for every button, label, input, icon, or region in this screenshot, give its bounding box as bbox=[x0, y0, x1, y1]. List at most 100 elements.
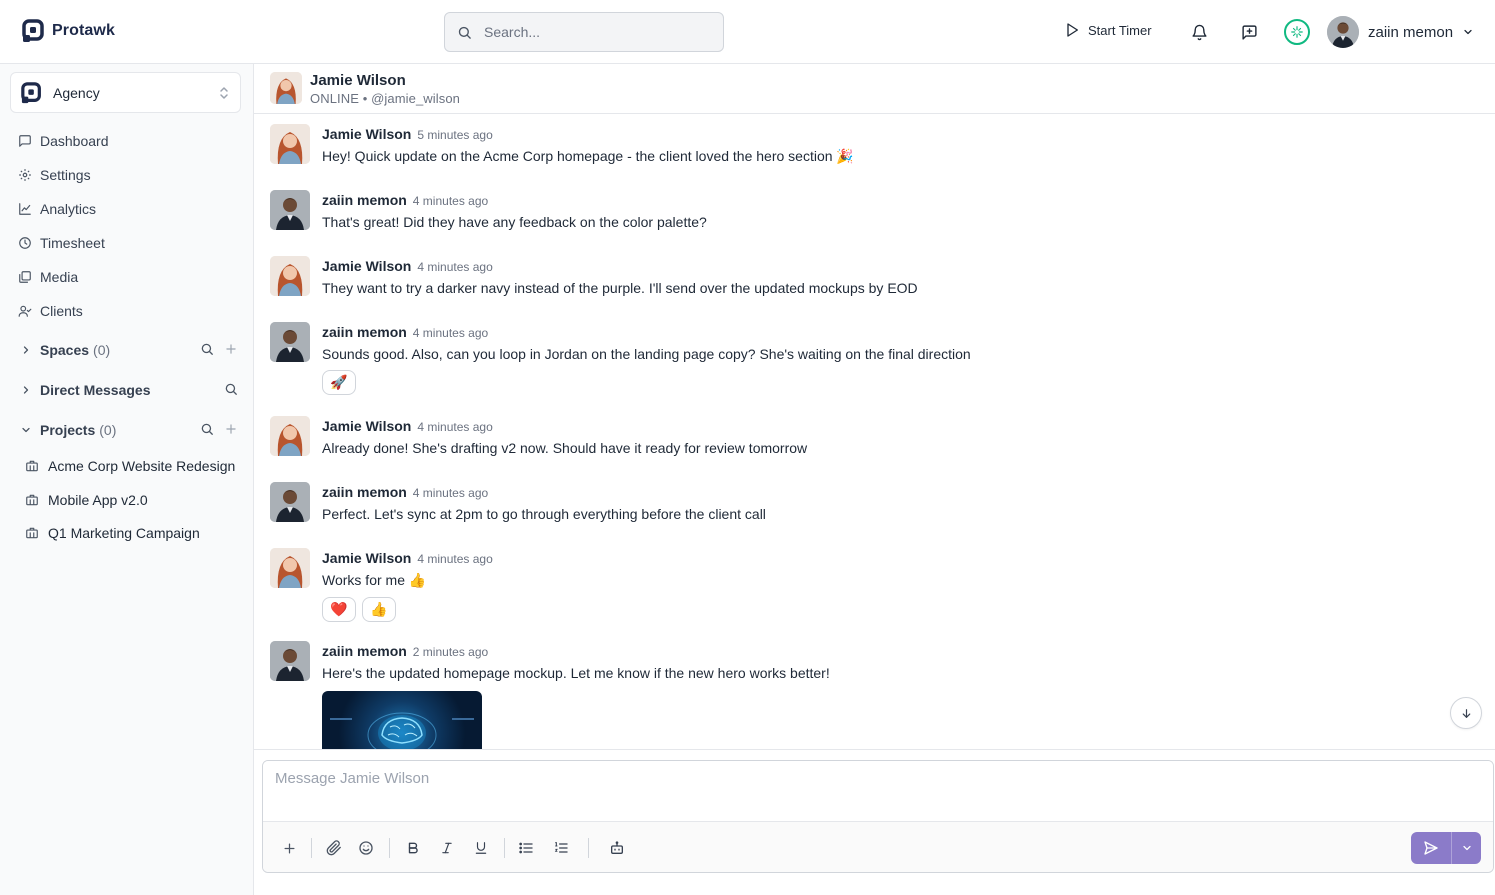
bullet-list-icon bbox=[519, 842, 533, 854]
bot-icon bbox=[611, 841, 623, 854]
project-label: Mobile App v2.0 bbox=[48, 492, 148, 508]
briefcase-icon bbox=[26, 494, 38, 506]
sidebar-item-timesheet[interactable]: Timesheet bbox=[18, 235, 105, 251]
search-icon[interactable] bbox=[224, 382, 238, 396]
sidebar-item-label: Clients bbox=[40, 303, 83, 319]
section-count: (0) bbox=[99, 422, 117, 438]
message-text: They want to try a darker navy instead o… bbox=[322, 280, 918, 296]
bullet-list-button[interactable] bbox=[516, 838, 536, 858]
protawk-logo-icon bbox=[22, 19, 44, 42]
chat-subtitle: ONLINE • @jamie_wilson bbox=[310, 91, 460, 106]
numbered-list-icon bbox=[554, 842, 568, 853]
reaction-rocket[interactable]: 🚀 bbox=[322, 370, 356, 395]
message-text: That's great! Did they have any feedback… bbox=[322, 214, 707, 230]
author-avatar[interactable] bbox=[270, 124, 310, 164]
send-icon bbox=[1424, 841, 1438, 855]
message-text: Perfect. Let's sync at 2pm to go through… bbox=[322, 506, 766, 522]
message-author[interactable]: zaiin memon 2 minutes ago bbox=[322, 643, 488, 659]
add-button[interactable] bbox=[279, 838, 299, 858]
underline-button[interactable] bbox=[471, 838, 491, 858]
sidebar-item-analytics[interactable]: Analytics bbox=[18, 201, 96, 217]
message-time: 4 minutes ago bbox=[417, 420, 493, 434]
project-item[interactable]: Q1 Marketing Campaign bbox=[25, 525, 200, 541]
composer-toolbar bbox=[263, 821, 1493, 872]
search-icon[interactable] bbox=[200, 422, 214, 436]
image-attachment[interactable] bbox=[322, 691, 482, 749]
attach-button[interactable] bbox=[324, 838, 344, 858]
message-author[interactable]: Jamie Wilson 4 minutes ago bbox=[322, 550, 493, 566]
sidebar-item-settings[interactable]: Settings bbox=[18, 167, 91, 183]
message-time: 4 minutes ago bbox=[412, 194, 489, 208]
emoji-button[interactable] bbox=[356, 838, 376, 858]
sidebar-item-media[interactable]: Media bbox=[18, 269, 78, 285]
message-input[interactable] bbox=[263, 761, 1493, 821]
start-timer-button[interactable]: Start Timer bbox=[1064, 22, 1152, 38]
ai-bot-button[interactable] bbox=[607, 838, 627, 858]
search-input[interactable] bbox=[484, 24, 704, 40]
search-box[interactable] bbox=[444, 12, 724, 52]
message-author[interactable]: Jamie Wilson 4 minutes ago bbox=[322, 418, 493, 434]
plus-icon[interactable] bbox=[224, 422, 238, 436]
workspace-switcher[interactable]: Agency bbox=[10, 72, 241, 113]
reaction-list: 🚀 bbox=[322, 370, 356, 395]
briefcase-icon bbox=[26, 460, 38, 472]
author-avatar[interactable] bbox=[270, 482, 310, 522]
message-author[interactable]: zaiin memon 4 minutes ago bbox=[322, 324, 488, 340]
arrow-down-icon bbox=[1462, 708, 1470, 718]
message-time: 4 minutes ago bbox=[417, 260, 493, 274]
message-author[interactable]: zaiin memon 4 minutes ago bbox=[322, 484, 488, 500]
author-avatar[interactable] bbox=[270, 548, 310, 588]
project-item[interactable]: Mobile App v2.0 bbox=[25, 492, 148, 508]
author-avatar[interactable] bbox=[270, 416, 310, 456]
sidebar-item-clients[interactable]: Clients bbox=[18, 303, 83, 319]
message-author[interactable]: Jamie Wilson 4 minutes ago bbox=[322, 258, 493, 274]
status-button[interactable] bbox=[1284, 19, 1310, 45]
section-spaces[interactable]: Spaces (0) bbox=[20, 339, 240, 361]
section-direct-messages[interactable]: Direct Messages bbox=[20, 379, 240, 401]
paperclip-icon bbox=[326, 840, 341, 856]
project-item[interactable]: Acme Corp Website Redesign bbox=[25, 458, 235, 474]
chart-line-icon bbox=[19, 203, 31, 215]
author-avatar[interactable] bbox=[270, 190, 310, 230]
message-author[interactable]: zaiin memon 4 minutes ago bbox=[322, 192, 488, 208]
send-options-button[interactable] bbox=[1451, 832, 1481, 864]
section-projects[interactable]: Projects (0) bbox=[20, 419, 240, 441]
reaction-heart[interactable]: ❤️ bbox=[322, 597, 356, 622]
bold-button[interactable] bbox=[403, 838, 423, 858]
numbered-list-button[interactable] bbox=[551, 838, 571, 858]
message-time: 4 minutes ago bbox=[412, 486, 489, 500]
section-title: Projects (0) bbox=[40, 422, 117, 438]
user-menu[interactable]: zaiin memon bbox=[1327, 16, 1474, 48]
app-name: Protawk bbox=[52, 22, 115, 39]
image-stack-icon bbox=[19, 271, 31, 283]
workspace-name: Agency bbox=[53, 84, 100, 101]
send-button[interactable] bbox=[1411, 832, 1451, 864]
reaction-thumbs-up[interactable]: 👍 bbox=[362, 597, 396, 622]
contact-avatar[interactable] bbox=[270, 72, 302, 104]
author-avatar[interactable] bbox=[270, 256, 310, 296]
chevron-down-icon bbox=[1464, 29, 1472, 35]
search-icon[interactable] bbox=[200, 342, 214, 356]
composer-area bbox=[254, 749, 1495, 895]
workspace-logo-icon bbox=[21, 81, 41, 103]
brain-image-icon bbox=[330, 712, 474, 749]
messages-button[interactable] bbox=[1239, 22, 1259, 42]
italic-button[interactable] bbox=[437, 838, 457, 858]
user-check-icon bbox=[18, 305, 32, 317]
author-avatar[interactable] bbox=[270, 322, 310, 362]
notifications-button[interactable] bbox=[1189, 22, 1209, 42]
message-time: 5 minutes ago bbox=[417, 128, 493, 142]
scroll-to-bottom-button[interactable] bbox=[1450, 697, 1482, 729]
app-logo[interactable]: Protawk bbox=[22, 19, 115, 43]
plus-icon[interactable] bbox=[224, 342, 238, 356]
message-author[interactable]: Jamie Wilson 5 minutes ago bbox=[322, 126, 493, 142]
sidebar-item-dashboard[interactable]: Dashboard bbox=[18, 133, 109, 149]
author-avatar[interactable] bbox=[270, 641, 310, 681]
chat-square-icon bbox=[19, 135, 31, 147]
message-list[interactable]: Jamie Wilson 5 minutes ago Hey! Quick upd… bbox=[254, 114, 1495, 749]
user-avatar bbox=[1327, 16, 1359, 48]
chevron-right-icon bbox=[23, 346, 29, 354]
message-text: Hey! Quick update on the Acme Corp homep… bbox=[322, 148, 854, 164]
message-time: 4 minutes ago bbox=[417, 552, 493, 566]
search-icon bbox=[458, 26, 471, 39]
